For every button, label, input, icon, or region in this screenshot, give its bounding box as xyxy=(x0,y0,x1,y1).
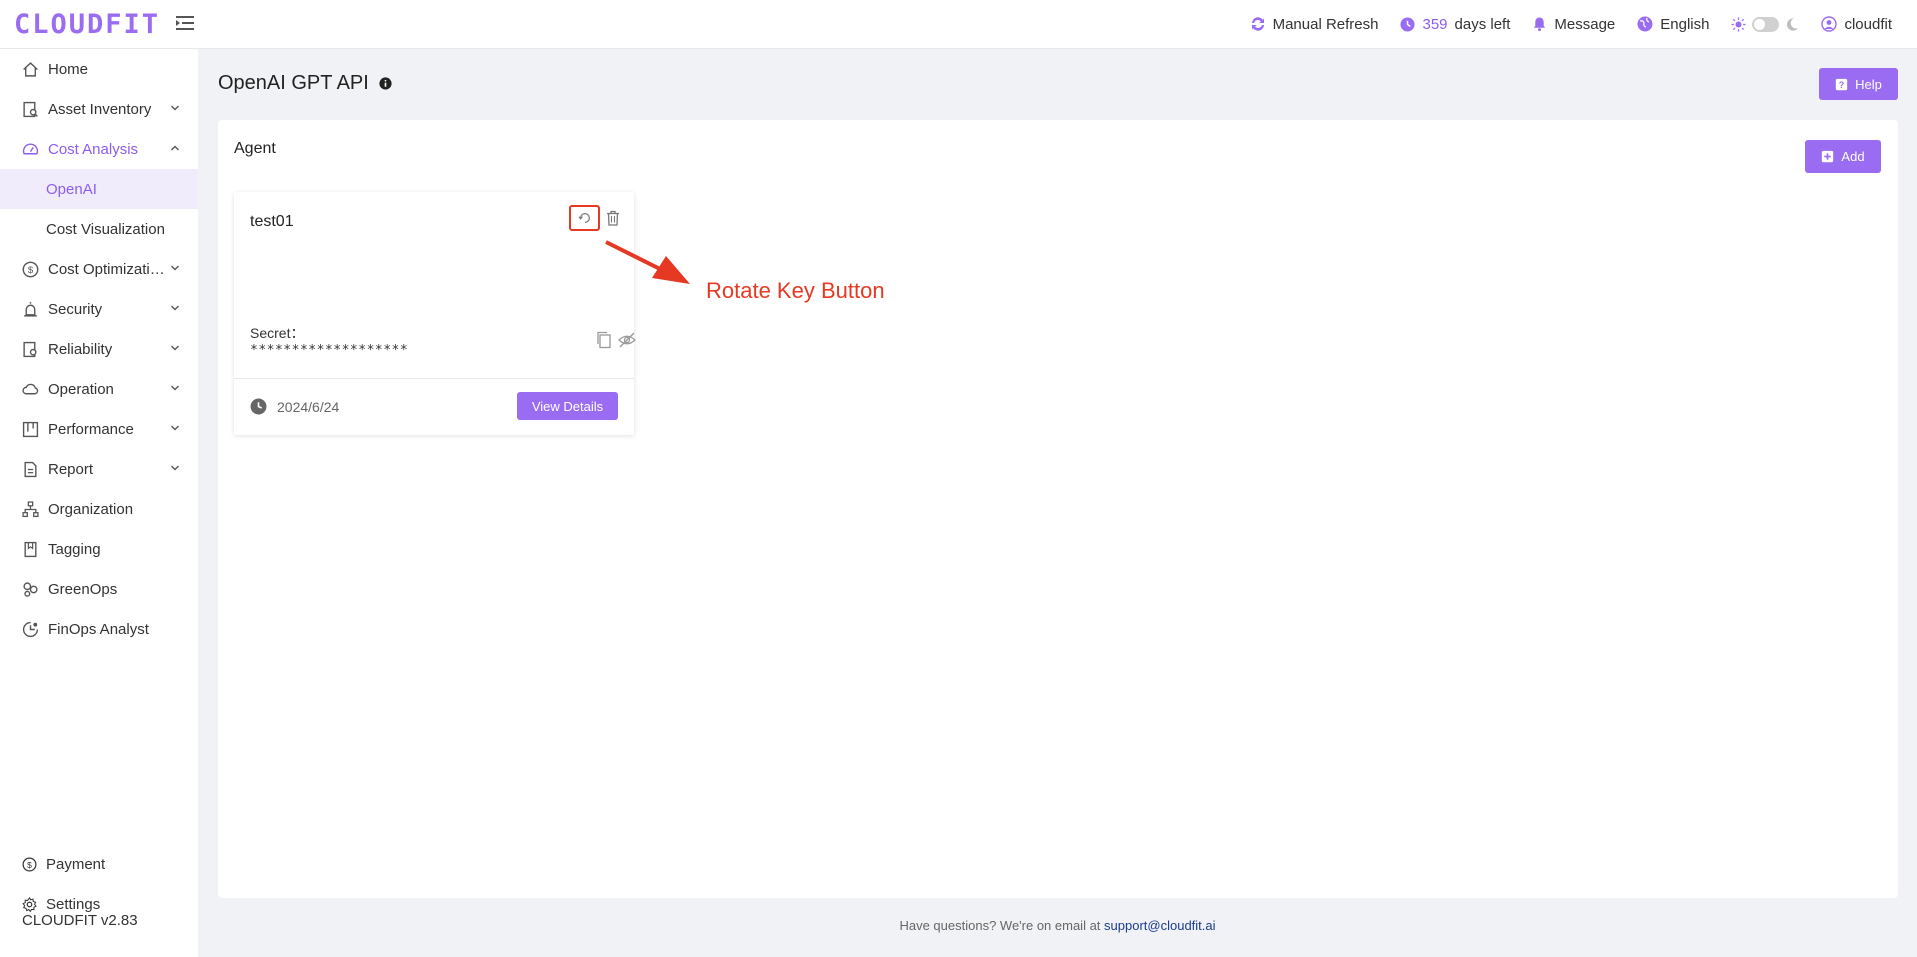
app-version: CLOUDFIT v2.83 xyxy=(22,912,138,929)
chevron-down-icon xyxy=(171,105,179,111)
panel-title: Agent xyxy=(234,140,276,157)
report-icon xyxy=(24,461,37,477)
days-left-count: 359 xyxy=(1422,15,1448,33)
help-button[interactable]: ? Help xyxy=(1819,68,1898,100)
add-agent-button[interactable]: Add xyxy=(1805,140,1881,173)
time-icon xyxy=(250,398,267,415)
dollar-icon: $ xyxy=(22,261,39,277)
add-icon xyxy=(1822,150,1834,163)
greenops-icon xyxy=(23,581,38,597)
agent-name: test01 xyxy=(250,213,294,230)
sidebar-item-operation[interactable]: Operation xyxy=(0,369,198,409)
org-chart-icon xyxy=(22,500,39,517)
agent-card: test01 Secret： ******************* 2024/… xyxy=(234,192,636,435)
sidebar-item-cost-analysis[interactable]: Cost Analysis xyxy=(0,129,198,169)
subscription-status[interactable]: 359 days left xyxy=(1400,16,1510,33)
chevron-down-icon xyxy=(171,345,179,351)
sidebar-item-security[interactable]: Security xyxy=(0,289,198,329)
page-title: OpenAI GPT API xyxy=(218,72,392,95)
days-left-label: days left xyxy=(1454,15,1511,33)
footer: Have questions? We're on email at suppor… xyxy=(198,918,1917,933)
performance-icon xyxy=(22,421,39,437)
globe-icon xyxy=(1637,16,1653,32)
sidebar-item-organization[interactable]: Organization xyxy=(0,489,198,529)
card-divider xyxy=(234,378,634,379)
svg-text:$: $ xyxy=(27,859,32,869)
user-icon xyxy=(1821,16,1838,32)
analyst-icon xyxy=(22,621,39,637)
cloud-icon xyxy=(22,383,39,394)
message-button[interactable]: Message xyxy=(1532,16,1615,33)
annotation-arrow xyxy=(605,240,690,284)
delete-button[interactable] xyxy=(604,208,622,228)
rotate-icon xyxy=(577,213,590,223)
support-email-link[interactable]: support@cloudfit.ai xyxy=(1104,918,1215,933)
sidebar-item-report[interactable]: Report xyxy=(0,449,198,489)
sidebar-item-asset-inventory[interactable]: Asset Inventory xyxy=(0,89,198,129)
page-title-text: OpenAI GPT API xyxy=(218,72,369,94)
sidebar-item-openai[interactable]: OpenAI xyxy=(0,169,198,209)
help-icon: ? xyxy=(1835,78,1848,90)
alarm-icon xyxy=(24,301,37,317)
manual-refresh-label: Manual Refresh xyxy=(1272,15,1379,33)
footer-text: Have questions? We're on email at xyxy=(899,918,1101,933)
sidebar-item-greenops[interactable]: GreenOps xyxy=(0,569,198,609)
secret-value: ******************* xyxy=(250,343,409,358)
moon-icon xyxy=(1787,17,1799,31)
info-icon[interactable] xyxy=(379,77,392,90)
rotate-key-button[interactable] xyxy=(569,205,600,231)
theme-toggle[interactable] xyxy=(1752,16,1780,32)
copy-icon[interactable] xyxy=(596,331,612,349)
gauge-icon xyxy=(22,143,39,154)
chevron-down-icon xyxy=(171,305,179,311)
top-header: CLOUDFIT Manual Refresh 359 days left Me… xyxy=(0,0,1917,49)
chevron-up-icon xyxy=(171,145,179,151)
chevron-down-icon xyxy=(171,265,179,271)
trash-icon xyxy=(607,210,619,226)
language-label: English xyxy=(1660,15,1710,33)
language-selector[interactable]: English xyxy=(1637,16,1709,33)
secret-label: Secret： xyxy=(250,325,305,341)
sidebar-item-cost-visualization[interactable]: Cost Visualization xyxy=(0,209,198,249)
reliability-icon xyxy=(23,341,37,357)
chevron-down-icon xyxy=(171,465,179,471)
message-label: Message xyxy=(1554,15,1616,33)
add-label: Add xyxy=(1841,149,1865,164)
chevron-down-icon xyxy=(171,425,179,431)
sun-icon xyxy=(1731,16,1746,32)
menu-collapse-icon[interactable] xyxy=(176,15,194,31)
user-name: cloudfit xyxy=(1844,15,1892,33)
chevron-down-icon xyxy=(171,385,179,391)
payment-icon: $ xyxy=(22,857,37,871)
bookmark-icon xyxy=(24,541,37,557)
sidebar-item-performance[interactable]: Performance xyxy=(0,409,198,449)
svg-text:?: ? xyxy=(1839,79,1844,89)
sidebar-item-tagging[interactable]: Tagging xyxy=(0,529,198,569)
sidebar-item-reliability[interactable]: Reliability xyxy=(0,329,198,369)
sidebar-item-payment[interactable]: $ Payment xyxy=(0,844,198,884)
theme-switcher[interactable] xyxy=(1731,16,1799,32)
svg-text:$: $ xyxy=(28,265,34,276)
clock-icon xyxy=(1400,16,1416,32)
logo[interactable]: CLOUDFIT xyxy=(14,9,160,40)
refresh-icon xyxy=(1251,17,1264,31)
annotation-label: Rotate Key Button xyxy=(706,278,885,303)
agent-panel: Agent Add test01 Secret： ***************… xyxy=(218,120,1898,898)
help-label: Help xyxy=(1855,76,1882,92)
sidebar-item-home[interactable]: Home xyxy=(0,49,198,89)
sidebar-item-finops-analyst[interactable]: FinOps Analyst xyxy=(0,609,198,649)
card-date: 2024/6/24 xyxy=(250,398,339,415)
bell-icon xyxy=(1534,17,1546,32)
inventory-icon xyxy=(23,101,38,117)
view-details-button[interactable]: View Details xyxy=(517,392,618,420)
user-menu[interactable]: cloudfit xyxy=(1821,16,1892,33)
created-date: 2024/6/24 xyxy=(277,398,340,415)
gear-icon xyxy=(22,896,37,912)
eye-off-icon[interactable] xyxy=(618,331,636,349)
manual-refresh-button[interactable]: Manual Refresh xyxy=(1250,15,1379,33)
home-icon xyxy=(23,61,38,77)
sidebar: Home Asset Inventory Cost Analysis OpenA… xyxy=(0,49,198,957)
sidebar-item-cost-optimization[interactable]: $ Cost Optimizati… xyxy=(0,249,198,289)
